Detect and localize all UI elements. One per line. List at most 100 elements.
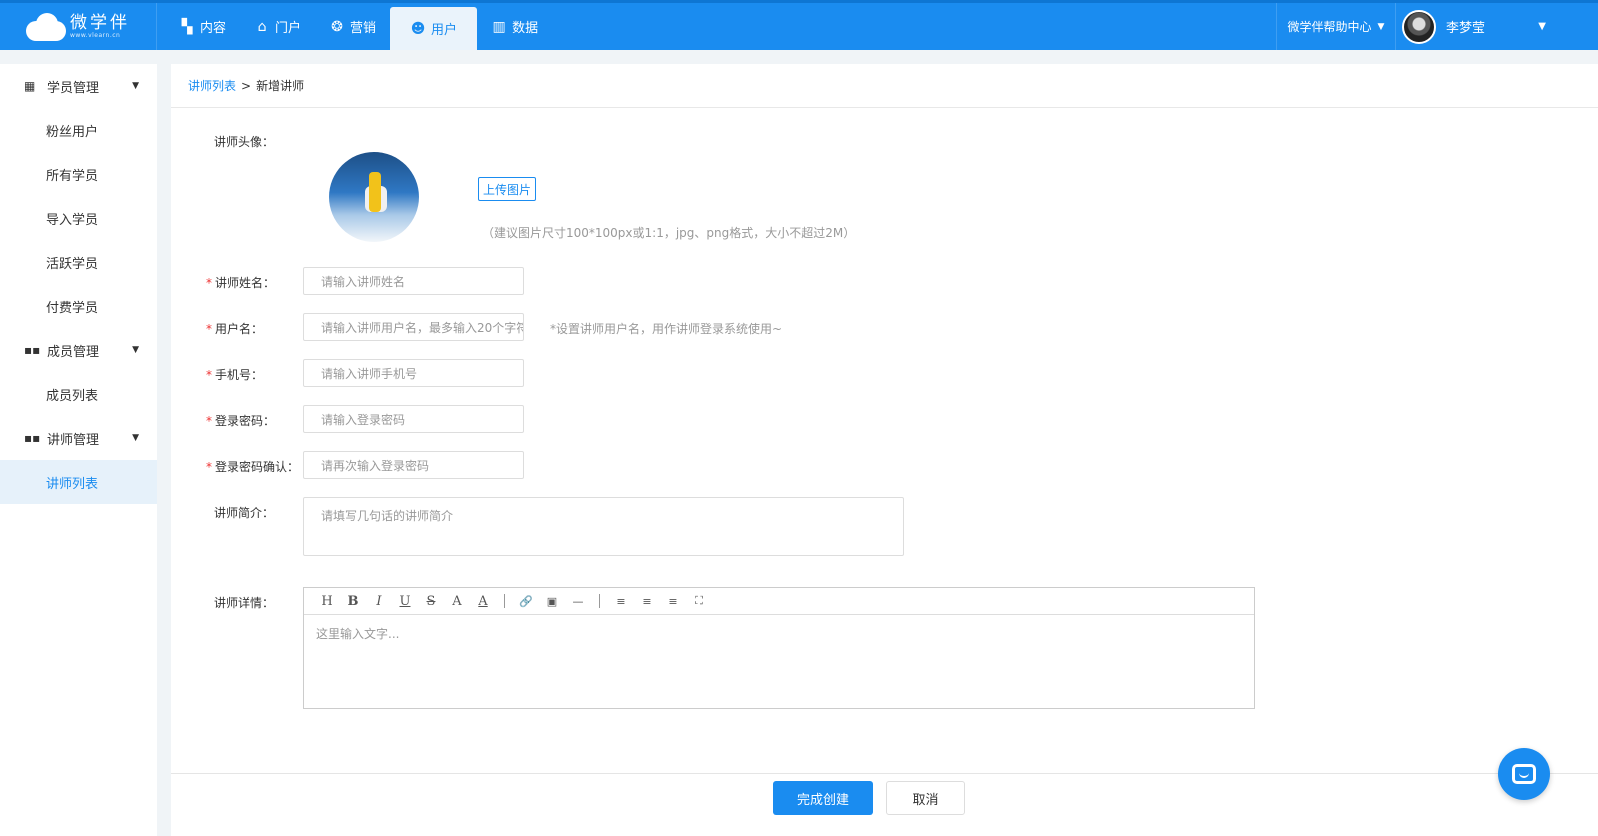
grid-icon: ▪▪	[24, 431, 41, 445]
intro-textarea[interactable]: 请填写几句话的讲师简介	[303, 497, 904, 556]
name-label-text: 讲师姓名：	[215, 276, 276, 290]
horizontal-rule-icon[interactable]: —	[565, 591, 591, 611]
font-color-icon[interactable]: A	[444, 591, 470, 611]
sidebar-item-active-students[interactable]: 活跃学员	[0, 240, 157, 284]
rich-text-editor: H B I U S A A 🔗 ▣ — ≡ ≡ ≡ ⛶ 这里输入文字...	[303, 587, 1255, 709]
breadcrumb-current: 新增讲师	[256, 79, 305, 93]
nav-data[interactable]: ▥ 数据	[477, 3, 552, 50]
caret-down-icon: ▼	[132, 345, 139, 355]
password-confirm-input[interactable]: 请再次输入登录密码	[303, 451, 524, 479]
top-bar: 微学伴 www.vlearn.cn ▚ 内容 ⌂ 门户 ❂ 营销 ☻ 用户 ▥ 数据 微学…	[0, 0, 1598, 50]
help-center-label: 微学伴帮助中心	[1287, 20, 1372, 34]
caret-down-icon: ▼	[132, 433, 139, 443]
nav-user[interactable]: ☻ 用户	[390, 7, 478, 50]
nav-content[interactable]: ▚ 内容	[165, 3, 240, 50]
main-nav: ▚ 内容 ⌂ 门户 ❂ 营销 ☻ 用户 ▥ 数据	[165, 3, 552, 50]
marketing-icon: ❂	[331, 18, 343, 35]
nav-data-label: 数据	[512, 21, 539, 36]
password-label: * 登录密码：	[206, 412, 275, 429]
nav-marketing-label: 营销	[350, 21, 377, 36]
sidebar-item-paid-students[interactable]: 付费学员	[0, 284, 157, 328]
sidebar-group-label: 讲师管理	[47, 432, 100, 448]
breadcrumb-parent-link[interactable]: 讲师列表	[188, 77, 236, 94]
breadcrumb-separator: >	[241, 78, 252, 93]
grid-icon: ▪▪	[24, 343, 41, 357]
phone-input[interactable]: 请输入讲师手机号	[303, 359, 524, 387]
sidebar-item-lecturer-list[interactable]: 讲师列表	[0, 460, 157, 504]
user-icon: ☻	[410, 20, 426, 37]
sidebar-group-label: 成员管理	[47, 344, 100, 360]
phone-label-text: 手机号：	[215, 368, 264, 382]
upload-image-button[interactable]: 上传图片	[478, 177, 537, 201]
avatar	[1402, 9, 1436, 44]
logo[interactable]: 微学伴 www.vlearn.cn	[0, 3, 157, 50]
content-icon: ▚	[181, 18, 193, 35]
link-icon[interactable]: 🔗	[513, 591, 539, 611]
logo-subtext: www.vlearn.cn	[70, 31, 121, 39]
user-menu[interactable]: 李梦莹 ▼	[1398, 3, 1598, 50]
username-input[interactable]: 请输入讲师用户名，最多输入20个字符	[303, 313, 524, 341]
image-icon[interactable]: ▣	[539, 591, 565, 611]
underline-icon[interactable]: U	[392, 591, 418, 611]
editor-toolbar: H B I U S A A 🔗 ▣ — ≡ ≡ ≡ ⛶	[304, 588, 1254, 615]
nav-user-label: 用户	[431, 23, 458, 38]
caret-down-icon: ▼	[1538, 21, 1546, 32]
password-confirm-label-text: 登录密码确认：	[215, 460, 300, 474]
heading-icon[interactable]: H	[314, 591, 340, 611]
help-center-menu[interactable]: 微学伴帮助中心 ▼	[1276, 3, 1396, 50]
required-mark: *	[206, 368, 212, 382]
fullscreen-icon[interactable]: ⛶	[686, 591, 712, 611]
building-icon: ▦	[24, 79, 36, 93]
password-input[interactable]: 请输入登录密码	[303, 405, 524, 433]
cloud-logo-icon	[26, 12, 66, 41]
background-color-icon[interactable]: A	[470, 591, 496, 611]
nav-marketing[interactable]: ❂ 营销	[315, 3, 390, 50]
home-icon: ⌂	[257, 18, 267, 35]
sidebar-item-all-students[interactable]: 所有学员	[0, 152, 157, 196]
required-mark: *	[206, 414, 212, 428]
sidebar-group-lecturers[interactable]: ▪▪ 讲师管理 ▼	[0, 416, 157, 460]
caret-down-icon: ▼	[1377, 21, 1385, 32]
lecturer-avatar-image	[329, 152, 419, 242]
lecturer-name-input[interactable]: 请输入讲师姓名	[303, 267, 524, 295]
username-label-text: 用户名：	[215, 322, 264, 336]
skier-jacket-shape	[369, 172, 381, 212]
breadcrumb: 讲师列表 > 新增讲师	[171, 64, 1598, 108]
submit-button[interactable]: 完成创建	[773, 781, 873, 815]
user-name: 李梦莹	[1446, 21, 1486, 36]
sidebar-group-students[interactable]: ▦ 学员管理 ▼	[0, 64, 157, 108]
strikethrough-icon[interactable]: S	[418, 591, 444, 611]
sidebar-item-fans[interactable]: 粉丝用户	[0, 108, 157, 152]
italic-icon[interactable]: I	[366, 591, 392, 611]
password-confirm-label: * 登录密码确认：	[206, 458, 299, 475]
sidebar: ▦ 学员管理 ▼ 粉丝用户 所有学员 导入学员 活跃学员 付费学员 ▪▪ 成员管…	[0, 64, 157, 836]
cancel-button[interactable]: 取消	[886, 781, 965, 815]
nav-content-label: 内容	[200, 21, 227, 36]
avatar-label: 讲师头像：	[214, 135, 275, 149]
detail-label: 讲师详情：	[214, 596, 275, 610]
editor-body[interactable]: 这里输入文字...	[304, 615, 1254, 652]
username-label: * 用户名：	[206, 320, 263, 337]
username-tip: *设置讲师用户名，用作讲师登录系统使用~	[550, 322, 783, 336]
toolbar-divider	[504, 594, 505, 608]
sidebar-item-import-students[interactable]: 导入学员	[0, 196, 157, 240]
sidebar-group-members[interactable]: ▪▪ 成员管理 ▼	[0, 328, 157, 372]
required-mark: *	[206, 460, 212, 474]
bold-icon[interactable]: B	[340, 591, 366, 611]
toolbar-divider	[599, 594, 600, 608]
nav-portal[interactable]: ⌂ 门户	[240, 3, 315, 50]
intro-label: 讲师简介：	[214, 506, 275, 520]
phone-label: * 手机号：	[206, 366, 263, 383]
indent-icon[interactable]: ≡	[608, 591, 634, 611]
chat-icon	[1512, 764, 1536, 784]
align-left-icon[interactable]: ≡	[660, 591, 686, 611]
chat-support-button[interactable]	[1498, 748, 1550, 800]
required-mark: *	[206, 322, 212, 336]
required-mark: *	[206, 276, 212, 290]
outdent-icon[interactable]: ≡	[634, 591, 660, 611]
main-content: 讲师列表 > 新增讲师 讲师头像： 上传图片 （建议图片尺寸100*100px或…	[171, 64, 1598, 836]
logo-text: 微学伴	[70, 12, 130, 33]
form-footer: 完成创建 取消	[171, 773, 1598, 836]
sidebar-item-member-list[interactable]: 成员列表	[0, 372, 157, 416]
sidebar-group-label: 学员管理	[47, 80, 100, 96]
